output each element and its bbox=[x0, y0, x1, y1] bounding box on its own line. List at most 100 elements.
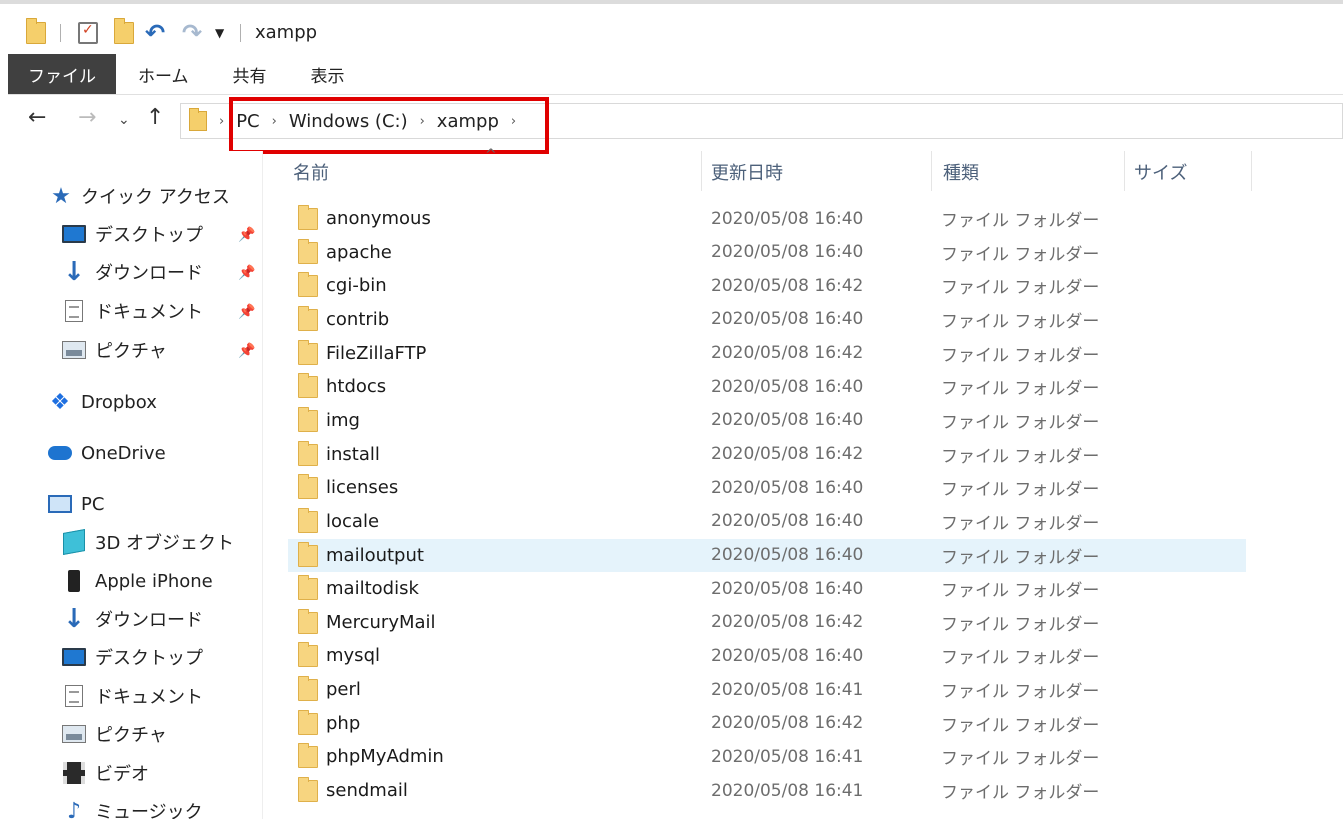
sidebar-item-pc-downloads[interactable]: ↓ ダウンロード bbox=[62, 604, 203, 634]
tab-share[interactable]: 共有 bbox=[211, 54, 289, 94]
file-name: install bbox=[326, 443, 380, 465]
pin-icon[interactable]: 📌 bbox=[238, 304, 255, 320]
table-row[interactable]: apache 2020/05/08 16:40 ファイル フォルダー bbox=[288, 236, 1246, 269]
file-type: ファイル フォルダー bbox=[941, 379, 1100, 400]
folder-icon bbox=[298, 272, 318, 298]
phone-icon bbox=[62, 570, 86, 592]
sidebar-item-pc[interactable]: PC bbox=[48, 489, 104, 519]
file-modified-date: 2020/05/08 16:40 bbox=[711, 477, 864, 498]
file-modified-date: 2020/05/08 16:42 bbox=[711, 444, 864, 465]
column-header-size[interactable]: サイズ bbox=[1134, 151, 1249, 193]
file-name: cgi-bin bbox=[326, 275, 387, 297]
column-divider[interactable] bbox=[701, 151, 702, 191]
sidebar-item-label: ピクチャ bbox=[95, 341, 167, 362]
pin-icon[interactable]: 📌 bbox=[238, 227, 255, 243]
table-row[interactable]: mailoutput 2020/05/08 16:40 ファイル フォルダー bbox=[288, 538, 1246, 572]
folder-icon bbox=[298, 507, 318, 533]
folder-icon bbox=[298, 474, 318, 500]
sidebar-item-downloads[interactable]: ↓ ダウンロード bbox=[62, 257, 203, 287]
table-row[interactable]: FileZillaFTP 2020/05/08 16:42 ファイル フォルダー bbox=[288, 337, 1246, 370]
table-row[interactable]: php 2020/05/08 16:42 ファイル フォルダー bbox=[288, 707, 1246, 740]
tab-view[interactable]: 表示 bbox=[289, 54, 367, 94]
file-type: ファイル フォルダー bbox=[941, 244, 1100, 265]
column-header-date[interactable]: 更新日時 bbox=[711, 151, 931, 193]
sidebar-item-pictures[interactable]: ピクチャ bbox=[62, 335, 167, 365]
folder-icon bbox=[298, 305, 318, 331]
pin-icon[interactable]: 📌 bbox=[238, 265, 255, 281]
breadcrumb-pc[interactable]: PC bbox=[236, 111, 259, 132]
file-type: ファイル フォルダー bbox=[941, 614, 1100, 635]
table-row[interactable]: MercuryMail 2020/05/08 16:42 ファイル フォルダー bbox=[288, 606, 1246, 639]
table-row[interactable]: phpMyAdmin 2020/05/08 16:41 ファイル フォルダー bbox=[288, 740, 1246, 773]
table-row[interactable]: perl 2020/05/08 16:41 ファイル フォルダー bbox=[288, 673, 1246, 706]
breadcrumb-separator-icon[interactable]: › bbox=[420, 114, 425, 129]
forward-arrow-icon[interactable]: → bbox=[78, 107, 96, 129]
table-row[interactable]: cgi-bin 2020/05/08 16:42 ファイル フォルダー bbox=[288, 269, 1246, 302]
sidebar-item-label: Apple iPhone bbox=[95, 570, 213, 592]
picture-icon bbox=[62, 339, 86, 361]
breadcrumb-separator-icon[interactable]: › bbox=[219, 114, 224, 129]
properties-icon[interactable] bbox=[78, 18, 98, 48]
up-arrow-icon[interactable]: ↑ bbox=[146, 107, 164, 129]
tab-file[interactable]: ファイル bbox=[8, 54, 116, 94]
table-row[interactable]: sendmail 2020/05/08 16:41 ファイル フォルダー bbox=[288, 774, 1246, 807]
dropbox-icon: ❖ bbox=[50, 389, 70, 415]
table-row[interactable]: install 2020/05/08 16:42 ファイル フォルダー bbox=[288, 438, 1246, 471]
sidebar-item-apple-iphone[interactable]: Apple iPhone bbox=[62, 566, 213, 596]
sidebar-item-pc-desktop[interactable]: デスクトップ bbox=[62, 642, 203, 672]
back-arrow-icon[interactable]: ← bbox=[28, 107, 46, 129]
file-type: ファイル フォルダー bbox=[941, 311, 1100, 332]
breadcrumb-separator-icon[interactable]: › bbox=[511, 114, 516, 129]
file-name: FileZillaFTP bbox=[326, 342, 427, 364]
file-modified-date: 2020/05/08 16:42 bbox=[711, 713, 864, 734]
file-modified-date: 2020/05/08 16:40 bbox=[711, 578, 864, 599]
breadcrumb-separator-icon[interactable]: › bbox=[272, 114, 277, 129]
folder-icon bbox=[298, 743, 318, 769]
ribbon-tabs: ファイル ホーム 共有 表示 bbox=[8, 54, 367, 94]
column-divider[interactable] bbox=[1124, 151, 1125, 191]
redo-icon[interactable]: ↷ bbox=[182, 18, 202, 48]
table-row[interactable]: img 2020/05/08 16:40 ファイル フォルダー bbox=[288, 404, 1246, 437]
file-name: mysql bbox=[326, 645, 380, 667]
undo-icon[interactable]: ↶ bbox=[145, 18, 165, 48]
sidebar-item-label: デスクトップ bbox=[95, 648, 203, 669]
sidebar-item-quick-access[interactable]: ★ クイック アクセス bbox=[50, 181, 230, 211]
customize-dropdown-icon[interactable]: ▼ bbox=[215, 18, 224, 48]
sidebar-item-label: ピクチャ bbox=[95, 725, 167, 746]
file-type: ファイル フォルダー bbox=[941, 446, 1100, 467]
sidebar-item-music[interactable]: ♪ ミュージック bbox=[62, 796, 203, 819]
breadcrumb-xampp[interactable]: xampp bbox=[437, 111, 499, 132]
pin-icon[interactable]: 📌 bbox=[238, 343, 255, 359]
sidebar-item-pc-pictures[interactable]: ピクチャ bbox=[62, 719, 167, 749]
folder-icon bbox=[298, 541, 318, 567]
table-row[interactable]: mailtodisk 2020/05/08 16:40 ファイル フォルダー bbox=[288, 572, 1246, 605]
column-divider[interactable] bbox=[931, 151, 932, 191]
table-row[interactable]: htdocs 2020/05/08 16:40 ファイル フォルダー bbox=[288, 370, 1246, 403]
sidebar-item-onedrive[interactable]: OneDrive bbox=[48, 438, 166, 468]
breadcrumb-drive-c[interactable]: Windows (C:) bbox=[289, 111, 408, 132]
file-name: htdocs bbox=[326, 376, 387, 398]
sidebar-item-dropbox[interactable]: ❖ Dropbox bbox=[48, 387, 157, 417]
address-bar[interactable]: › PC › Windows (C:) › xampp › bbox=[180, 103, 1343, 139]
column-header-type[interactable]: 種類 bbox=[943, 151, 1123, 193]
table-row[interactable]: licenses 2020/05/08 16:40 ファイル フォルダー bbox=[288, 471, 1246, 504]
table-row[interactable]: contrib 2020/05/08 16:40 ファイル フォルダー bbox=[288, 303, 1246, 336]
sidebar-item-desktop[interactable]: デスクトップ bbox=[62, 219, 203, 249]
table-row[interactable]: anonymous 2020/05/08 16:40 ファイル フォルダー bbox=[288, 202, 1246, 235]
folder-icon bbox=[298, 440, 318, 466]
sidebar-item-pc-documents[interactable]: ドキュメント bbox=[62, 681, 203, 711]
file-name: locale bbox=[326, 510, 380, 532]
qa-folder-icon[interactable] bbox=[26, 18, 46, 48]
column-header-name[interactable]: 名前 bbox=[293, 151, 698, 193]
table-row[interactable]: mysql 2020/05/08 16:40 ファイル フォルダー bbox=[288, 639, 1246, 672]
sidebar-item-label: ビデオ bbox=[95, 764, 149, 785]
table-row[interactable]: locale 2020/05/08 16:40 ファイル フォルダー bbox=[288, 505, 1246, 538]
sidebar-item-videos[interactable]: ビデオ bbox=[62, 758, 149, 788]
column-divider[interactable] bbox=[1251, 151, 1252, 191]
file-name: contrib bbox=[326, 308, 390, 330]
sidebar-item-3d-objects[interactable]: 3D オブジェクト bbox=[62, 527, 234, 557]
recent-locations-chevron-icon[interactable]: ⌄ bbox=[118, 113, 130, 127]
tab-home[interactable]: ホーム bbox=[116, 54, 211, 94]
sidebar-item-documents[interactable]: ドキュメント bbox=[62, 296, 203, 326]
new-folder-icon[interactable] bbox=[114, 18, 134, 48]
